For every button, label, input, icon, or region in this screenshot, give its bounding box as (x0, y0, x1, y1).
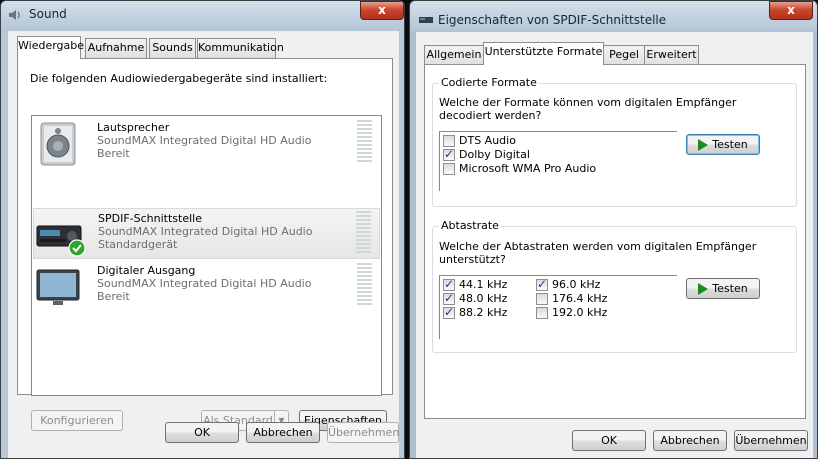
tab-aufnahme[interactable]: Aufnahme (85, 38, 147, 58)
properties-client-area: Allgemein Unterstützte Formate Pegel Erw… (416, 32, 813, 458)
device-driver: SoundMAX Integrated Digital HD Audio (97, 134, 312, 147)
checkbox[interactable] (443, 291, 455, 305)
props-ok-button[interactable]: OK (572, 430, 646, 451)
device-item-digitaler-ausgang[interactable]: Digitaler Ausgang SoundMAX Integrated Di… (33, 261, 380, 312)
sound-title: Sound (29, 7, 67, 21)
checkbox[interactable] (536, 277, 548, 291)
format-label: DTS Audio (459, 134, 516, 147)
rate-label: 44.1 kHz (459, 278, 508, 291)
tab-allgemein[interactable]: Allgemein (424, 45, 484, 65)
test-label: Testen (712, 138, 748, 151)
checkbox[interactable] (443, 147, 455, 161)
tab-label: Unterstützte Formate (484, 45, 603, 58)
tab-erweitert[interactable]: Erweitert (644, 45, 699, 65)
sample-rate-question: Welche der Abtastraten werden vom digita… (439, 240, 757, 266)
tab-label: Kommunikation (198, 41, 284, 54)
checkbox[interactable] (443, 277, 455, 291)
sound-titlebar[interactable]: Sound x (1, 1, 404, 31)
encoded-format-list: DTS Audio Dolby Digital Microsoft WMA Pr… (439, 131, 677, 191)
sound-close-button[interactable]: x (360, 1, 404, 20)
checkbox[interactable] (536, 293, 548, 305)
encoded-question: Welche der Formate können vom digitalen … (439, 96, 737, 122)
format-label: Microsoft WMA Pro Audio (459, 162, 597, 175)
close-icon: x (787, 3, 795, 17)
device-name: SPDIF-Schnittstelle (98, 212, 202, 225)
tab-sounds[interactable]: Sounds (149, 38, 196, 58)
level-meter (356, 211, 371, 254)
play-icon (698, 283, 709, 295)
level-meter (357, 263, 372, 306)
properties-window: Eigenschaften von SPDIF-Schnittstelle x … (409, 0, 818, 459)
device-status: Standardgerät (98, 238, 178, 251)
encoded-formats-group: Codierte Formate Welche der Formate könn… (432, 76, 797, 207)
formats-panel: Codierte Formate Welche der Formate könn… (424, 64, 806, 419)
props-apply-button[interactable]: Übernehmen (734, 430, 808, 451)
checkbox[interactable] (443, 135, 455, 147)
spdif-device-icon (419, 17, 433, 23)
tab-kommunikation[interactable]: Kommunikation (197, 38, 284, 58)
rate-label: 96.0 kHz (552, 278, 601, 291)
level-meter (357, 120, 372, 163)
device-status: Bereit (97, 290, 130, 303)
sample-rate-group: Abtastrate Welche der Abtastraten werden… (432, 219, 797, 353)
tab-label: Allgemein (426, 48, 482, 61)
tab-label: Aufnahme (87, 41, 145, 54)
tab-wiedergabe[interactable]: Wiedergabe (17, 36, 85, 59)
rate-label: 48.0 kHz (459, 292, 508, 305)
rate-label: 176.4 kHz (552, 292, 608, 305)
properties-title: Eigenschaften von SPDIF-Schnittstelle (438, 13, 667, 27)
intro-text: Die folgenden Audiowiedergabegeräte sind… (30, 72, 328, 85)
properties-close-button[interactable]: x (769, 1, 813, 20)
rate-label: 88.2 kHz (459, 306, 508, 319)
checkbox[interactable] (536, 307, 548, 319)
monitor-icon (36, 269, 80, 305)
cancel-button[interactable]: Abbrechen (246, 422, 320, 443)
playback-panel: Die folgenden Audiowiedergabegeräte sind… (17, 58, 393, 431)
checkbox[interactable] (443, 163, 455, 175)
sound-client-area: Wiedergabe Aufnahme Sounds Kommunikation… (8, 31, 399, 458)
device-status: Bereit (97, 147, 130, 160)
encoded-group-label: Codierte Formate (439, 76, 539, 89)
speaker-icon (40, 122, 76, 166)
tab-label: Erweitert (646, 48, 697, 61)
configure-button[interactable]: Konfigurieren (31, 410, 123, 431)
tab-label: Sounds (152, 41, 193, 54)
sample-rate-list: 44.1 kHz 48.0 kHz 88.2 kHz 96.0 kHz 176.… (439, 275, 677, 339)
device-item-spdif[interactable]: SPDIF-Schnittstelle SoundMAX Integrated … (33, 208, 380, 259)
device-name: Digitaler Ausgang (97, 264, 196, 277)
device-list[interactable]: Lautsprecher SoundMAX Integrated Digital… (31, 115, 382, 396)
device-name: Lautsprecher (97, 121, 170, 134)
test-rates-button[interactable]: Testen (686, 278, 760, 299)
close-icon: x (378, 3, 386, 17)
properties-titlebar[interactable]: Eigenschaften von SPDIF-Schnittstelle x (410, 1, 817, 31)
test-formats-button[interactable]: Testen (686, 134, 760, 155)
device-driver: SoundMAX Integrated Digital HD Audio (98, 225, 313, 238)
play-icon (698, 139, 709, 151)
tab-label: Wiedergabe (18, 39, 85, 52)
ok-button[interactable]: OK (165, 422, 239, 443)
sample-rate-group-label: Abtastrate (439, 219, 501, 232)
tab-pegel[interactable]: Pegel (603, 45, 645, 65)
tab-unterstuetzte-formate[interactable]: Unterstützte Formate (483, 42, 604, 65)
props-cancel-button[interactable]: Abbrechen (653, 430, 727, 451)
checkbox[interactable] (443, 305, 455, 319)
test-label: Testen (712, 282, 748, 295)
rate-label: 192.0 kHz (552, 306, 608, 319)
device-driver: SoundMAX Integrated Digital HD Audio (97, 277, 312, 290)
apply-button[interactable]: Übernehmen (327, 422, 399, 443)
device-item-lautsprecher[interactable]: Lautsprecher SoundMAX Integrated Digital… (33, 118, 380, 169)
sound-app-icon (9, 10, 20, 20)
format-label: Dolby Digital (459, 148, 530, 161)
default-check-icon (68, 239, 86, 257)
sound-window: Sound x Wiedergabe Aufnahme Sounds Kommu… (0, 0, 405, 459)
tab-label: Pegel (609, 48, 639, 61)
